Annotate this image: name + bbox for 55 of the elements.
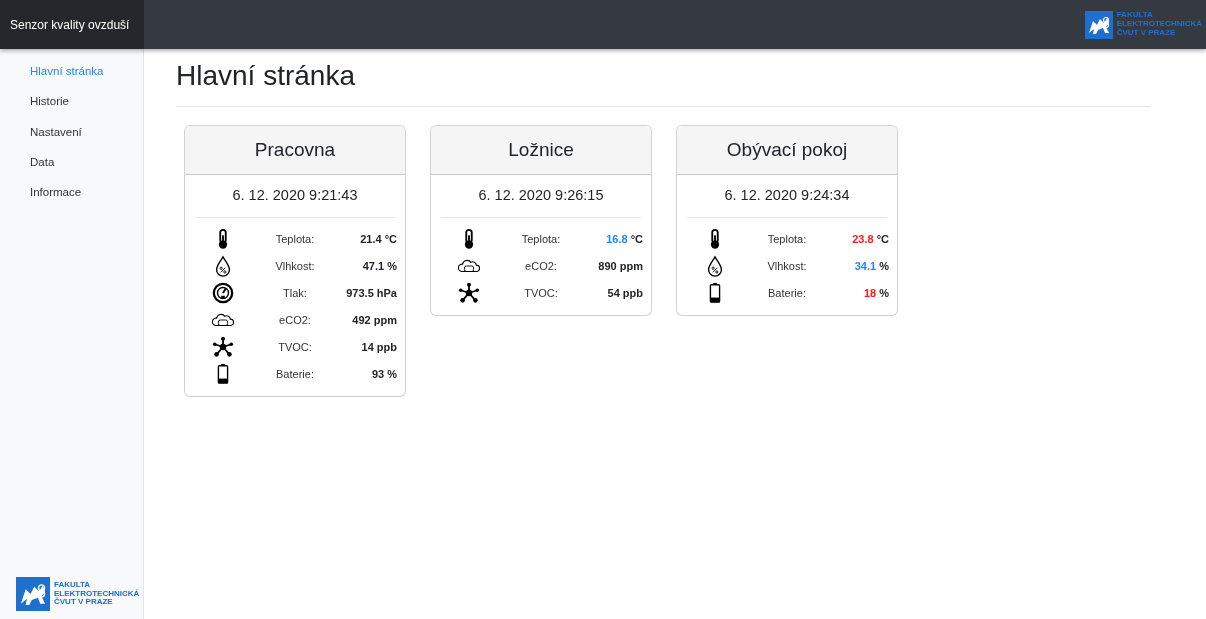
sidebar-item[interactable]: Nastavení	[0, 117, 143, 148]
reading-label: Baterie:	[767, 286, 807, 302]
reading-label: Teplota:	[274, 232, 316, 248]
gauge-icon	[212, 282, 234, 305]
reading-unit: %	[387, 368, 397, 381]
logo-text: FAKULTA ELEKTROTECHNICKÁ ČVUT V PRAZE	[54, 580, 140, 608]
reading-value: 93	[371, 368, 385, 381]
reading-label: Teplota:	[766, 232, 808, 248]
timestamp: 6. 12. 2020 9:26:15	[441, 175, 641, 218]
reading-value: 34.1	[854, 260, 877, 273]
reading-label: Vlhkost:	[766, 259, 808, 275]
sidebar-item[interactable]: Informace	[0, 178, 143, 209]
sidebar-item[interactable]: Historie	[0, 87, 143, 118]
reading-unit: ppm	[373, 314, 397, 327]
reading-value: 492	[352, 314, 371, 327]
card-title: Obývací pokoj	[677, 125, 897, 176]
reading-unit: %	[879, 287, 889, 300]
reading-unit: °C	[630, 233, 643, 246]
timestamp: 6. 12. 2020 9:24:34	[687, 175, 887, 218]
card-title: Pracovna	[185, 125, 405, 176]
page-title: Hlavní stránka	[176, 59, 356, 93]
reading-unit: °C	[384, 233, 397, 246]
reading-unit: ppb	[622, 287, 643, 300]
reading-label: eCO2:	[278, 313, 312, 329]
reading-label: TVOC:	[277, 340, 313, 356]
logo-text: FAKULTA ELEKTROTECHNICKÁ ČVUT V PRAZE	[1116, 11, 1202, 38]
reading-label: eCO2:	[524, 259, 558, 275]
lion-logo-icon	[16, 577, 50, 611]
reading-unit: ppm	[619, 260, 643, 273]
reading-label: Baterie:	[275, 367, 315, 383]
reading-label: TVOC:	[523, 286, 559, 302]
reading-unit: %	[879, 260, 889, 273]
reading-value: 973.5	[346, 287, 374, 300]
reading-label: Teplota:	[520, 232, 562, 248]
reading-value: 23.8	[852, 233, 874, 246]
reading-unit: %	[387, 260, 397, 273]
reading-value: 18	[863, 287, 877, 300]
sidebar-item[interactable]: Data	[0, 147, 143, 178]
reading-value: 14	[361, 341, 374, 354]
reading-label: Vlhkost:	[274, 259, 316, 275]
timestamp: 6. 12. 2020 9:21:43	[195, 175, 395, 218]
molecule-icon	[212, 336, 234, 359]
reading-value: 890	[598, 260, 617, 273]
molecule-icon	[458, 282, 480, 305]
lion-logo-icon	[1084, 10, 1113, 39]
reading-unit: ppb	[376, 341, 397, 354]
reading-unit: hPa	[376, 287, 397, 300]
reading-value: 16.8	[606, 233, 628, 246]
app-brand[interactable]: Senzor kvality ovzduší	[0, 0, 144, 49]
reading-label: Tlak:	[282, 286, 308, 302]
reading-value: 21.4	[360, 233, 382, 246]
reading-value: 47.1	[362, 260, 385, 273]
card-title: Ložnice	[431, 125, 651, 176]
reading-value: 54	[607, 287, 620, 300]
reading-unit: °C	[876, 233, 889, 246]
